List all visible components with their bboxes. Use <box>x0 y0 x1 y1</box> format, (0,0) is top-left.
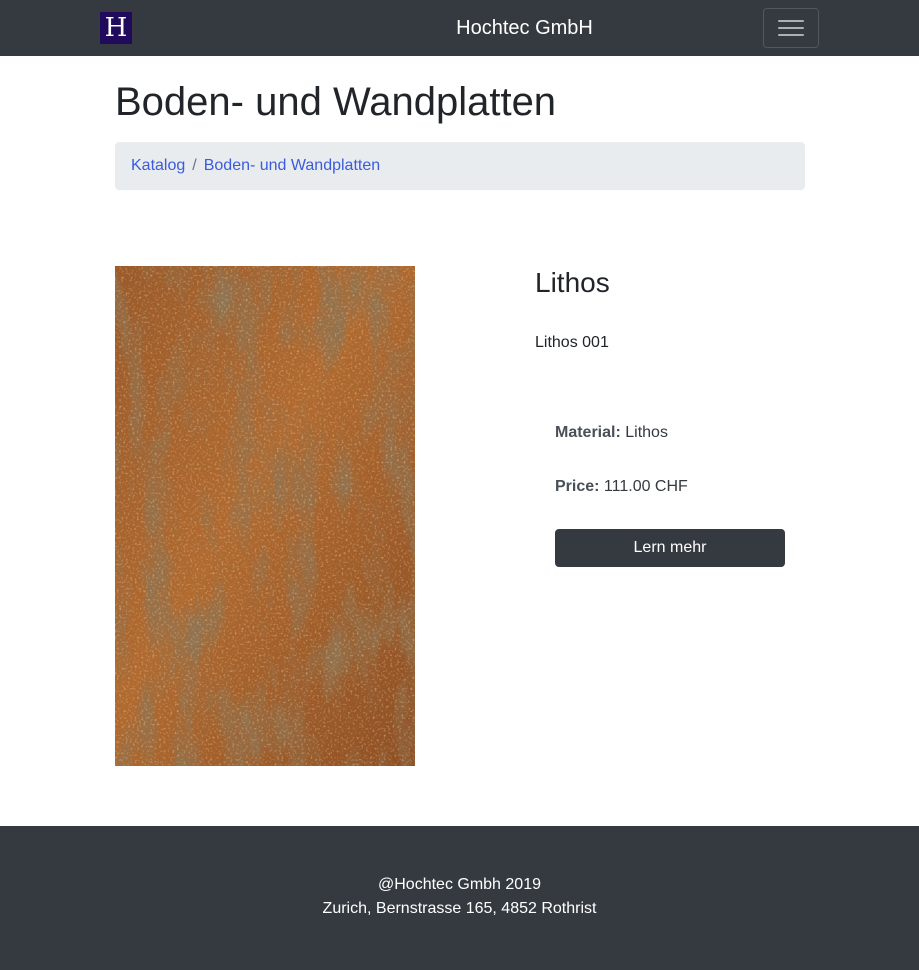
product-code: Lithos 001 <box>535 334 609 351</box>
footer: @Hochtec Gmbh 2019 Zurich, Bernstrasse 1… <box>0 826 919 970</box>
product-name: Lithos <box>535 267 610 298</box>
footer-address: Zurich, Bernstrasse 165, 4852 Rothrist <box>322 900 597 917</box>
breadcrumb: Katalog / Boden- und Wandplatten <box>115 142 805 190</box>
hamburger-menu-icon-bar <box>778 34 804 36</box>
product-material: Material: Lithos <box>555 423 668 443</box>
breadcrumb-item-katalog[interactable]: Katalog <box>131 157 185 174</box>
hamburger-menu-icon <box>778 20 804 22</box>
breadcrumb-separator: / <box>192 157 197 174</box>
footer-copyright: @Hochtec Gmbh 2019 <box>378 876 541 893</box>
learn-more-button[interactable]: Lern mehr <box>555 529 785 567</box>
price-label: Price: <box>555 478 600 495</box>
price-value: 111.00 CHF <box>603 478 688 495</box>
navbar-toggle-button[interactable] <box>763 8 819 48</box>
material-label: Material: <box>555 424 621 441</box>
product-image <box>115 266 415 766</box>
navbar: H Hochtec GmbH <box>0 0 919 56</box>
hamburger-menu-icon-bar <box>778 27 804 29</box>
breadcrumb-item-current[interactable]: Boden- und Wandplatten <box>204 157 380 174</box>
material-value: Lithos <box>625 424 668 441</box>
product-price: Price: 111.00 CHF <box>555 477 688 497</box>
page-title: Boden- und Wandplatten <box>115 80 557 124</box>
